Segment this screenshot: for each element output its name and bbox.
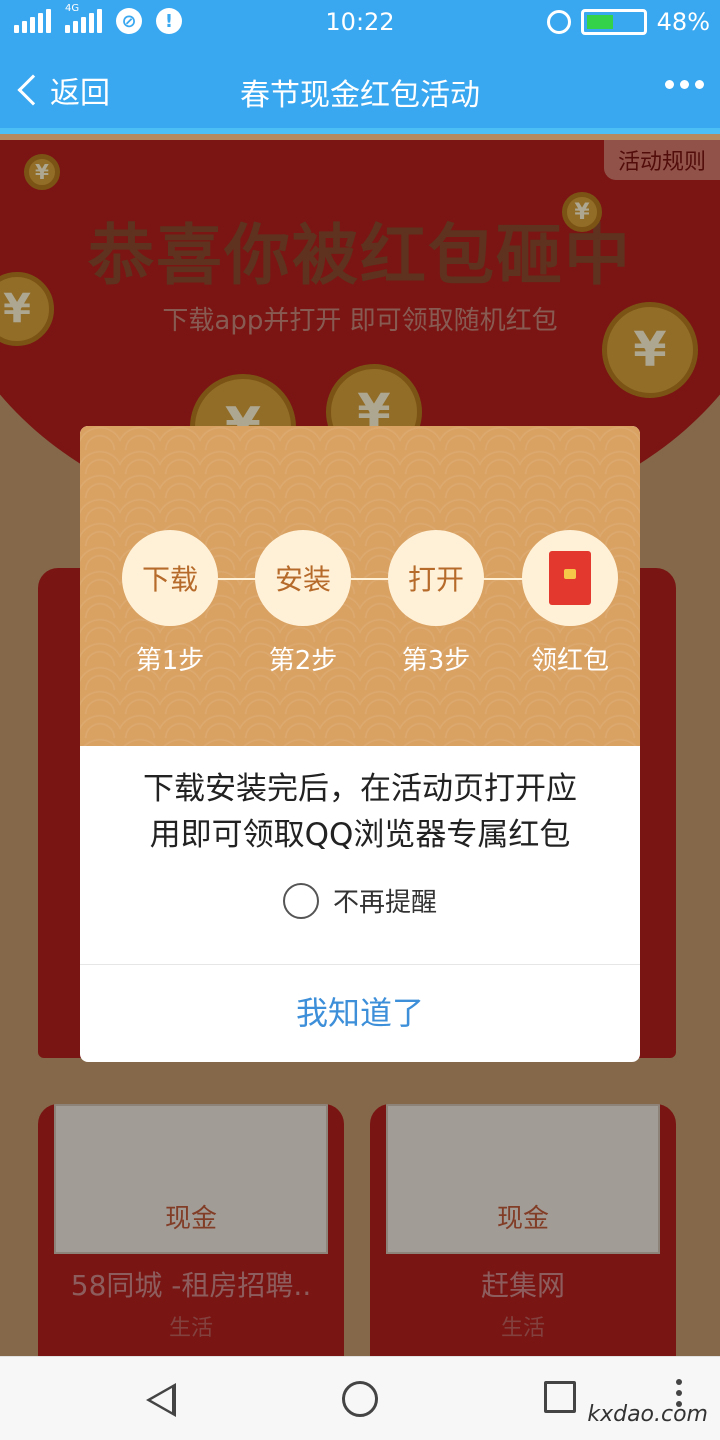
step-circle: 下载 [122, 530, 218, 626]
step-open: 打开 第3步 [376, 530, 496, 677]
more-dots-icon [665, 80, 674, 89]
step-claim: 领红包 [510, 530, 630, 677]
page-title: 春节现金红包活动 [240, 78, 480, 113]
step-download: 下载 第1步 [110, 530, 230, 677]
dont-remind-label: 不再提醒 [332, 888, 437, 918]
dialog-header: 下载 第1步 安装 第2步 打开 第3步 领红包 [80, 426, 640, 746]
dont-remind-option[interactable]: 不再提醒 [80, 882, 640, 919]
step-circle: 安装 [255, 530, 351, 626]
step-label: 第2步 [268, 646, 338, 676]
steps-row: 下载 第1步 安装 第2步 打开 第3步 领红包 [110, 530, 618, 676]
step-circle [522, 530, 618, 626]
more-options-button[interactable] [665, 80, 704, 89]
step-label: 第1步 [135, 646, 205, 676]
system-navigation-bar [0, 1356, 720, 1440]
alarm-icon [546, 10, 571, 34]
message-line: 用即可领取QQ浏览器专属红包 [149, 817, 571, 853]
recent-apps-icon[interactable] [544, 1381, 576, 1413]
download-steps-dialog: 下载 第1步 安装 第2步 打开 第3步 领红包 下载安装完后，在活动页打开应 … [80, 426, 640, 1062]
divider [80, 964, 640, 965]
step-label: 领红包 [530, 646, 609, 676]
dialog-message: 下载安装完后，在活动页打开应 用即可领取QQ浏览器专属红包 [110, 766, 610, 858]
got-it-button[interactable]: 我知道了 [80, 988, 640, 1034]
home-circle-icon[interactable] [342, 1381, 378, 1417]
navigation-bar: 返回 春节现金红包活动 [0, 46, 720, 134]
battery-icon [580, 9, 647, 35]
step-install: 安装 第2步 [243, 530, 363, 677]
step-label: 第3步 [401, 646, 471, 676]
red-packet-icon [549, 551, 591, 605]
step-circle: 打开 [388, 530, 484, 626]
battery-percent: 48% [656, 8, 710, 36]
status-bar: 4G ⊘ ! 10:22 48% [0, 0, 720, 46]
watermark: kxdao.com [587, 1402, 708, 1427]
radio-button[interactable] [282, 882, 319, 919]
message-line: 下载安装完后，在活动页打开应 [143, 771, 577, 807]
back-triangle-icon[interactable] [146, 1383, 176, 1417]
